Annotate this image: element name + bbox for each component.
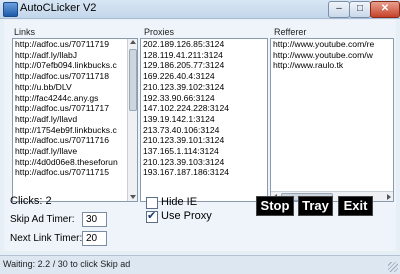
refferer-list-item[interactable]: http://www.raulo.tk	[271, 60, 393, 71]
proxy-list-item[interactable]: 129.186.205.77:3124	[141, 60, 267, 71]
proxy-list-item[interactable]: 128.119.41.211:3124	[141, 50, 267, 61]
title-bar[interactable]: AutoCLicker V2 – □ ✕	[0, 0, 400, 19]
refferer-list-item[interactable]: http://www.youtube.com/re	[271, 39, 393, 50]
link-list-item[interactable]: http://adf.ly/llavd	[13, 114, 137, 125]
link-list-item[interactable]: http://adfoc.us/70711715	[13, 167, 137, 178]
links-label: Links	[14, 27, 36, 37]
refferer-label: Refferer	[274, 27, 307, 37]
minimize-button[interactable]: –	[328, 1, 350, 18]
link-list-item[interactable]: http://adfoc.us/70711719	[13, 39, 137, 50]
link-list-item[interactable]: http://07efb094.linkbucks.c	[13, 60, 137, 71]
proxy-list-item[interactable]: 147.102.224.228:3124	[141, 103, 267, 114]
proxy-list-item[interactable]: 193.167.187.186:3124	[141, 167, 267, 178]
proxy-list-item[interactable]: 192.33.90.66:3124	[141, 93, 267, 104]
window-title: AutoCLicker V2	[20, 2, 97, 14]
links-listbox[interactable]: http://adfoc.us/70711719 http://adf.ly/ll…	[12, 38, 138, 202]
stop-button[interactable]: Stop	[256, 196, 294, 216]
proxies-label: Proxies	[144, 27, 175, 37]
link-list-item[interactable]: http://adfoc.us/70711717	[13, 103, 137, 114]
refferer-list: http://www.youtube.com/re http://www.yout…	[271, 39, 393, 71]
status-text: Waiting: 2.2 / 30 to click Skip ad	[3, 259, 131, 269]
clicks-counter: Clicks: 2	[10, 195, 52, 207]
app-icon	[3, 2, 18, 17]
use-proxy-label[interactable]: Use Proxy	[161, 210, 212, 222]
hide-ie-label[interactable]: Hide IE	[161, 196, 197, 208]
link-list-item[interactable]: http://fac4244c.any.gs	[13, 93, 137, 104]
exit-button[interactable]: Exit	[338, 196, 373, 216]
links-vertical-scrollbar[interactable]	[127, 39, 137, 201]
proxies-list: 202.189.126.85:3124 128.119.41.211:3124 12…	[141, 39, 267, 178]
links-list: http://adfoc.us/70711719 http://adf.ly/ll…	[13, 39, 137, 178]
refferer-listbox[interactable]: http://www.youtube.com/re http://www.yout…	[270, 38, 394, 202]
proxy-list-item[interactable]: 139.19.142.1:3124	[141, 114, 267, 125]
tray-button[interactable]: Tray	[298, 196, 333, 216]
autoclicker-window: AutoCLicker V2 – □ ✕ Links http://adfoc.…	[0, 0, 400, 274]
client-area: Links http://adfoc.us/70711719 http://adf…	[4, 20, 396, 251]
skip-ad-timer-input[interactable]: 30	[82, 212, 107, 227]
scroll-up-arrow-icon[interactable]	[130, 40, 136, 44]
link-list-item[interactable]: http://1754eb9f.linkbucks.c	[13, 125, 137, 136]
link-list-item[interactable]: http://adfoc.us/70711716	[13, 135, 137, 146]
proxy-list-item[interactable]: 210.123.39.101:3124	[141, 135, 267, 146]
scroll-down-arrow-icon[interactable]	[130, 195, 136, 199]
skip-ad-timer-label: Skip Ad Timer:	[10, 214, 75, 225]
scroll-right-arrow-icon[interactable]	[387, 194, 391, 200]
hide-ie-checkbox[interactable]	[146, 197, 158, 209]
link-list-item[interactable]: http://4d0d06e8.theseforun	[13, 157, 137, 168]
proxies-listbox[interactable]: 202.189.126.85:3124 128.119.41.211:3124 12…	[140, 38, 268, 202]
link-list-item[interactable]: http://adfoc.us/70711718	[13, 71, 137, 82]
link-list-item[interactable]: http://adf.ly/llave	[13, 146, 137, 157]
link-list-item[interactable]: http://u.bb/DLV	[13, 82, 137, 93]
proxy-list-item[interactable]: 210.123.39.103:3124	[141, 157, 267, 168]
proxy-list-item[interactable]: 169.226.40.4:3124	[141, 71, 267, 82]
proxy-list-item[interactable]: 202.189.126.85:3124	[141, 39, 267, 50]
close-button[interactable]: ✕	[370, 1, 400, 18]
next-link-timer-label: Next Link Timer:	[10, 233, 83, 244]
next-link-timer-input[interactable]: 20	[82, 231, 107, 246]
status-bar: Waiting: 2.2 / 30 to click Skip ad	[0, 255, 400, 274]
proxy-list-item[interactable]: 137.165.1.114:3124	[141, 146, 267, 157]
use-proxy-checkbox[interactable]: ✔	[146, 210, 158, 223]
checkmark-icon: ✔	[147, 210, 157, 222]
maximize-button[interactable]: □	[349, 1, 371, 18]
links-scroll-thumb[interactable]	[129, 49, 137, 111]
link-list-item[interactable]: http://adf.ly/llabJ	[13, 50, 137, 61]
proxy-list-item[interactable]: 213.73.40.106:3124	[141, 125, 267, 136]
proxy-list-item[interactable]: 210.123.39.102:3124	[141, 82, 267, 93]
refferer-list-item[interactable]: http://www.youtube.com/w	[271, 50, 393, 61]
resize-grip-icon[interactable]	[388, 262, 398, 272]
